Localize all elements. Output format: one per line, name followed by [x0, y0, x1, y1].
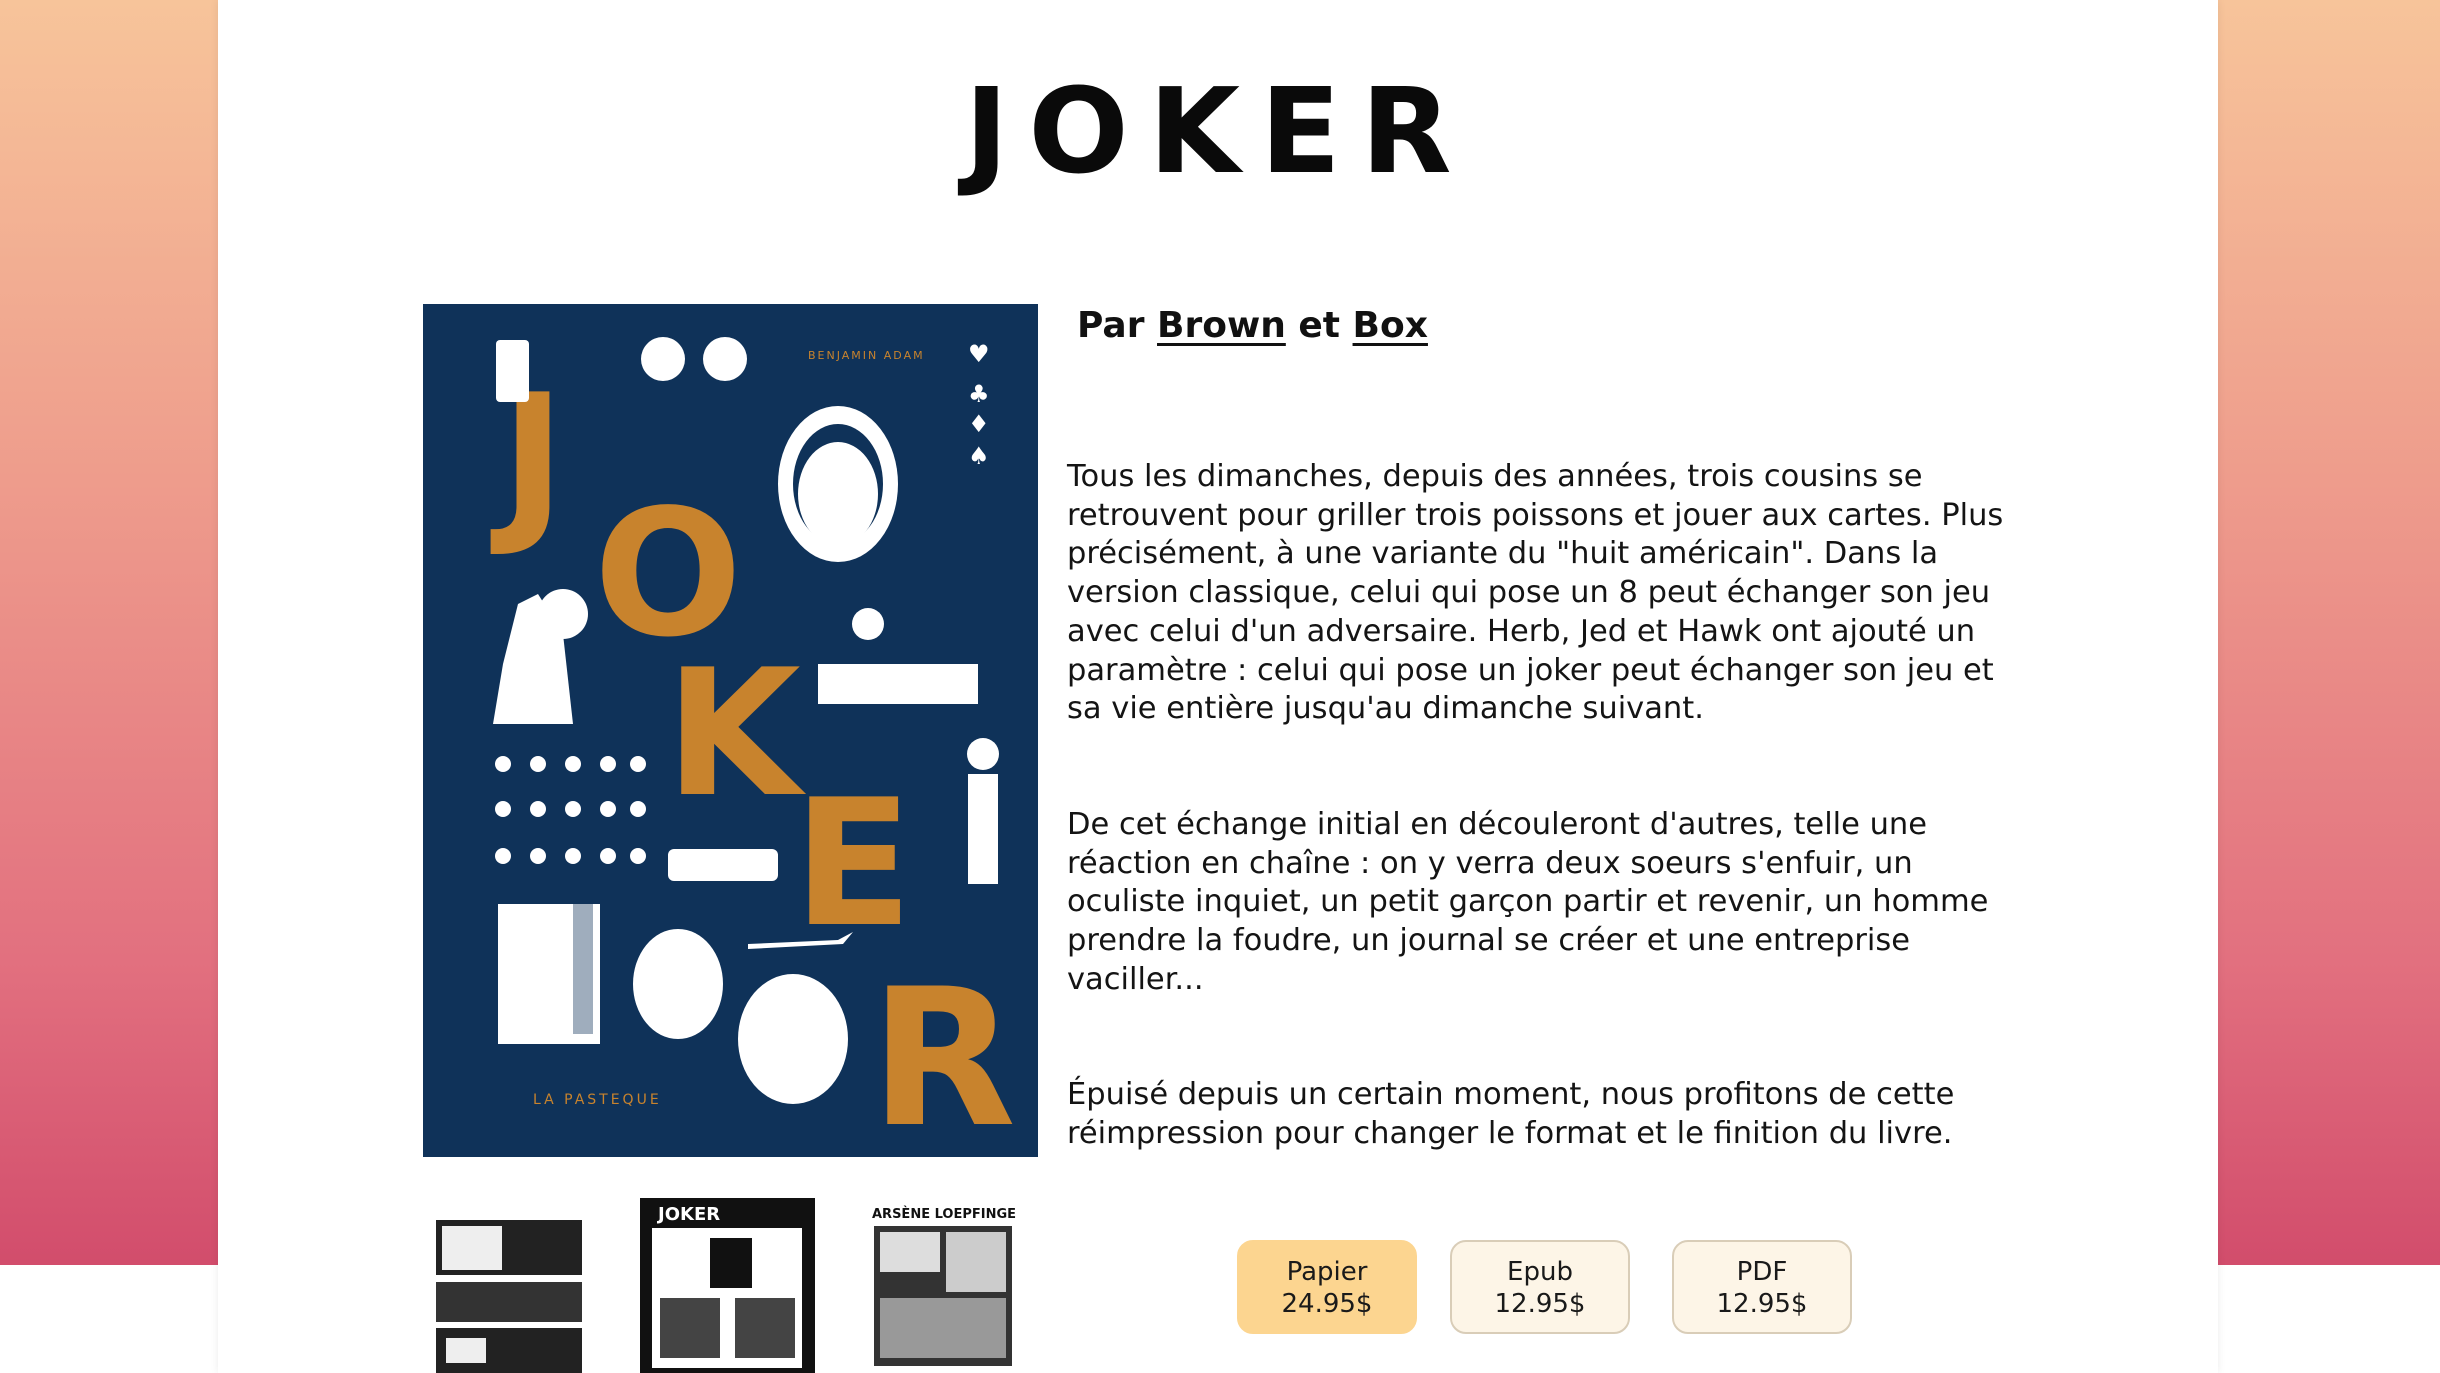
format-price: 24.95$	[1281, 1289, 1373, 1319]
svg-text:♥: ♥	[968, 340, 990, 368]
svg-text:♠: ♠	[968, 442, 990, 470]
thumbnail-2-title: JOKER	[656, 1204, 720, 1225]
cover-author: BENJAMIN ADAM	[808, 349, 925, 362]
description-paragraph-1: Tous les dimanches, depuis des années, t…	[1067, 459, 2004, 727]
format-label: Papier	[1286, 1257, 1368, 1287]
svg-text:♦: ♦	[968, 410, 990, 438]
preview-thumbnail-1[interactable]	[436, 1198, 582, 1373]
preview-thumbnail-2[interactable]: JOKER	[640, 1198, 815, 1373]
description-paragraph-3: Épuisé depuis un certain moment, nous pr…	[1067, 1077, 1955, 1152]
byline-connector: et	[1298, 305, 1340, 346]
format-label: Epub	[1507, 1257, 1573, 1287]
format-label: PDF	[1736, 1257, 1788, 1287]
thumbnail-3-title: ARSÈNE LOEPFINGER	[872, 1206, 1016, 1222]
cover-publisher: LA PASTEQUE	[533, 1092, 662, 1108]
format-button-papier[interactable]: Papier 24.95$	[1237, 1240, 1417, 1334]
book-page: JOKER J O K E R BENJAMIN ADAM LA PASTEQU…	[218, 0, 2218, 1373]
byline-prefix: Par	[1077, 305, 1145, 346]
format-button-epub[interactable]: Epub 12.95$	[1450, 1240, 1630, 1334]
book-description: Tous les dimanches, depuis des années, t…	[1067, 458, 2012, 1231]
book-title: JOKER	[964, 62, 1472, 200]
svg-text:♣: ♣	[968, 380, 990, 408]
cover-letter-e: E	[793, 763, 913, 966]
preview-thumbnail-3[interactable]: ARSÈNE LOEPFINGER	[870, 1198, 1016, 1373]
cover-illustration: J O K E R BENJAMIN ADAM LA PASTEQUE ♥ ♣ …	[423, 304, 1038, 1157]
format-button-pdf[interactable]: PDF 12.95$	[1672, 1240, 1852, 1334]
byline: Par Brown et Box	[1077, 305, 1428, 346]
format-price: 12.95$	[1716, 1289, 1808, 1319]
description-paragraph-2: De cet échange initial en découleront d'…	[1067, 806, 1989, 997]
author-link-brown[interactable]: Brown	[1157, 305, 1286, 346]
cover-letter-r: R	[870, 948, 1016, 1157]
cover-letter-k: K	[665, 633, 806, 836]
author-link-box[interactable]: Box	[1353, 305, 1428, 346]
format-price: 12.95$	[1494, 1289, 1586, 1319]
book-cover-image[interactable]: J O K E R BENJAMIN ADAM LA PASTEQUE ♥ ♣ …	[423, 304, 1038, 1157]
